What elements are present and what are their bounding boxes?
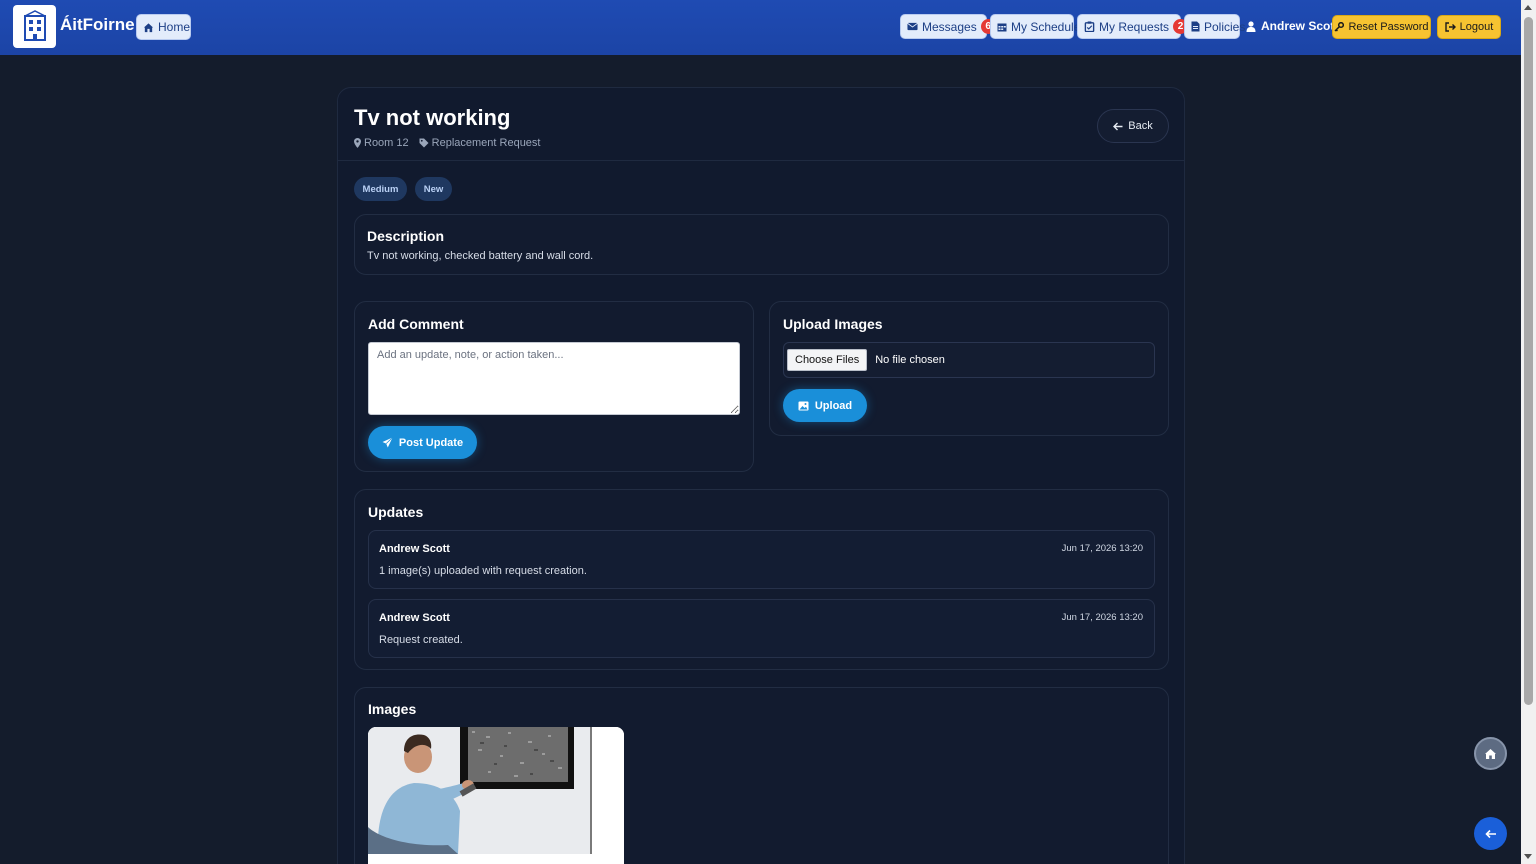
update-item: Andrew Scott Jun 17, 2026 13:20 Request … (368, 599, 1155, 658)
key-icon (1334, 22, 1345, 32)
request-type-label: Replacement Request (431, 137, 541, 149)
update-author: Andrew Scott (379, 612, 450, 624)
paper-plane-icon (382, 437, 393, 448)
scrollbar-thumb[interactable] (1524, 17, 1533, 705)
policies-label: Policies (1204, 19, 1246, 34)
images-panel: Images (354, 687, 1169, 864)
room-label: Room 12 (364, 137, 409, 149)
tag-icon (419, 138, 429, 148)
choose-files-button[interactable]: Choose Files (787, 349, 868, 371)
envelope-icon (907, 22, 918, 31)
description-panel: Description Tv not working, checked batt… (354, 214, 1169, 275)
tv-photo-image (368, 727, 624, 864)
image-icon (798, 401, 809, 410)
add-comment-panel: Add Comment Post Update (354, 301, 754, 472)
update-author: Andrew Scott (379, 543, 450, 555)
post-update-label: Post Update (398, 436, 464, 449)
calendar-icon (997, 23, 1007, 31)
user-icon (1246, 20, 1256, 32)
update-item: Andrew Scott Jun 17, 2026 13:20 1 image(… (368, 530, 1155, 589)
type-meta: Replacement Request (419, 137, 541, 149)
home-icon (143, 22, 154, 32)
request-meta: Room 12 Replacement Request (354, 137, 540, 149)
my-requests-button[interactable]: My Requests 2 (1077, 14, 1189, 39)
home-icon (1485, 748, 1496, 759)
upload-button[interactable]: Upload (783, 389, 867, 422)
file-status-text: No file chosen (875, 354, 945, 366)
updates-panel: Updates Andrew Scott Jun 17, 2026 13:20 … (354, 489, 1169, 670)
post-update-button[interactable]: Post Update (368, 426, 477, 459)
request-image-thumbnail[interactable] (368, 727, 624, 864)
back-label: Back (1128, 120, 1153, 132)
description-title: Description (367, 228, 445, 244)
policies-button[interactable]: Policies (1184, 14, 1245, 39)
images-title: Images (368, 701, 417, 717)
priority-badge: Medium (354, 177, 407, 201)
arrow-left-icon (1484, 829, 1496, 838)
my-requests-label: My Requests (1099, 19, 1170, 34)
reset-password-button[interactable]: Reset Password (1332, 15, 1431, 39)
reset-password-label: Reset Password (1348, 21, 1429, 33)
home-button[interactable]: Home (136, 14, 191, 40)
brand-name[interactable]: ÁitFoirne (60, 15, 135, 35)
updates-title: Updates (368, 504, 424, 520)
file-input[interactable]: Choose Files No file chosen (783, 342, 1155, 378)
description-text: Tv not working, checked battery and wall… (367, 250, 594, 262)
my-schedule-button[interactable]: My Schedule (990, 14, 1080, 39)
arrow-left-icon (1113, 122, 1123, 130)
floating-back-button[interactable] (1474, 817, 1507, 850)
upload-label: Upload (814, 399, 853, 412)
comment-textarea[interactable] (368, 342, 740, 415)
scroll-down-arrow[interactable] (1524, 854, 1532, 859)
update-text: 1 image(s) uploaded with request creatio… (379, 565, 587, 577)
logout-icon (1444, 22, 1456, 32)
logout-button[interactable]: Logout (1437, 15, 1501, 39)
room-meta: Room 12 (354, 137, 409, 149)
upload-images-title: Upload Images (783, 316, 883, 332)
status-badge: New (415, 177, 452, 201)
logout-label: Logout (1459, 21, 1494, 33)
scroll-up-arrow[interactable] (1524, 5, 1532, 10)
my-schedule-label: My Schedule (1011, 19, 1081, 34)
top-navbar: ÁitFoirne Home Messages 6 My Schedule My… (0, 0, 1521, 55)
page-scrollbar[interactable] (1521, 0, 1536, 864)
clipboard-icon (1084, 21, 1095, 32)
floating-home-button[interactable] (1474, 737, 1507, 770)
update-timestamp: Jun 17, 2026 13:20 (1061, 543, 1143, 554)
messages-button[interactable]: Messages 6 (900, 14, 996, 39)
back-button[interactable]: Back (1097, 109, 1169, 143)
add-comment-title: Add Comment (368, 316, 464, 332)
request-detail-card: Tv not working Room 12 Replacement Reque… (337, 87, 1185, 864)
request-title: Tv not working (354, 105, 511, 130)
user-name: Andrew Scott (1261, 19, 1339, 33)
document-icon (1191, 21, 1200, 32)
map-pin-icon (354, 138, 361, 148)
user-profile[interactable]: Andrew Scott (1246, 19, 1338, 33)
header-divider (338, 160, 1184, 161)
messages-label: Messages (922, 19, 977, 34)
upload-images-panel: Upload Images Choose Files No file chose… (769, 301, 1169, 436)
update-text: Request created. (379, 634, 463, 646)
update-timestamp: Jun 17, 2026 13:20 (1061, 612, 1143, 623)
home-label: Home (158, 20, 191, 34)
brand-logo[interactable] (13, 5, 56, 48)
building-icon (23, 9, 46, 41)
